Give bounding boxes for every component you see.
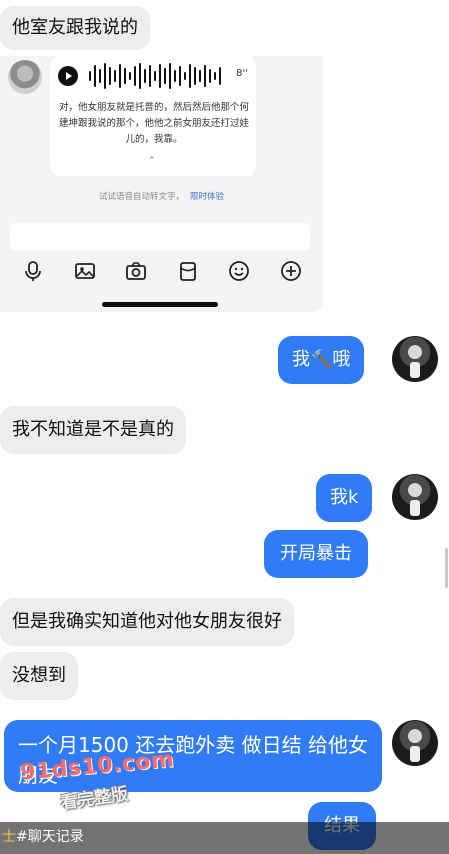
trial-link[interactable]: 限时体验 [190, 192, 224, 202]
waveform-icon [89, 63, 221, 89]
emoji-icon[interactable] [228, 260, 250, 282]
camera-icon[interactable] [125, 260, 147, 282]
image-icon[interactable] [74, 260, 96, 282]
shared-screenshot[interactable]: 8'' 对，他女朋友就是托普的，然后然后他那个何建坤跟我说的那个，他他之前女朋友… [0, 56, 323, 312]
chevron-up-icon[interactable]: ⌃ [148, 156, 156, 166]
outgoing-message-bubble: 开局暴击 [264, 530, 368, 578]
incoming-message-bubble: 我不知道是不是真的 [0, 406, 186, 454]
plus-icon[interactable] [280, 260, 302, 282]
red-packet-icon[interactable] [177, 260, 199, 282]
avatar[interactable] [392, 336, 438, 382]
voice-message-card[interactable]: 8'' 对，他女朋友就是托普的，然后然后他那个何建坤跟我说的那个，他他之前女朋友… [50, 56, 256, 176]
voice-duration: 8'' [236, 68, 248, 79]
hashtag-bar: 士#聊天记录 [0, 822, 449, 854]
play-icon[interactable] [58, 66, 78, 86]
microphone-icon[interactable] [22, 260, 44, 282]
incoming-message-bubble: 没想到 [0, 652, 78, 700]
screenshot-text-input[interactable] [10, 223, 310, 251]
screenshot-avatar [8, 60, 42, 94]
voice-transcript: 对，他女朋友就是托普的，然后然后他那个何建坤跟我说的那个，他他之前女朋友还打过娃… [58, 102, 249, 145]
scrollbar[interactable] [445, 548, 448, 588]
home-indicator [102, 302, 218, 307]
outgoing-message-bubble: 我k [316, 474, 373, 522]
avatar[interactable] [392, 474, 438, 520]
avatar[interactable] [392, 720, 438, 766]
outgoing-message-bubble: 我🔨哦 [278, 336, 365, 384]
incoming-message-bubble: 他室友跟我说的 [0, 6, 150, 50]
incoming-message-bubble: 但是我确实知道他对他女朋友很好 [0, 598, 294, 646]
speech-to-text-hint: 试试语音自动转文字， 限时体验 [98, 192, 225, 202]
screenshot-toolbar [22, 260, 302, 284]
hashtag-label[interactable]: 士#聊天记录 [2, 826, 84, 846]
